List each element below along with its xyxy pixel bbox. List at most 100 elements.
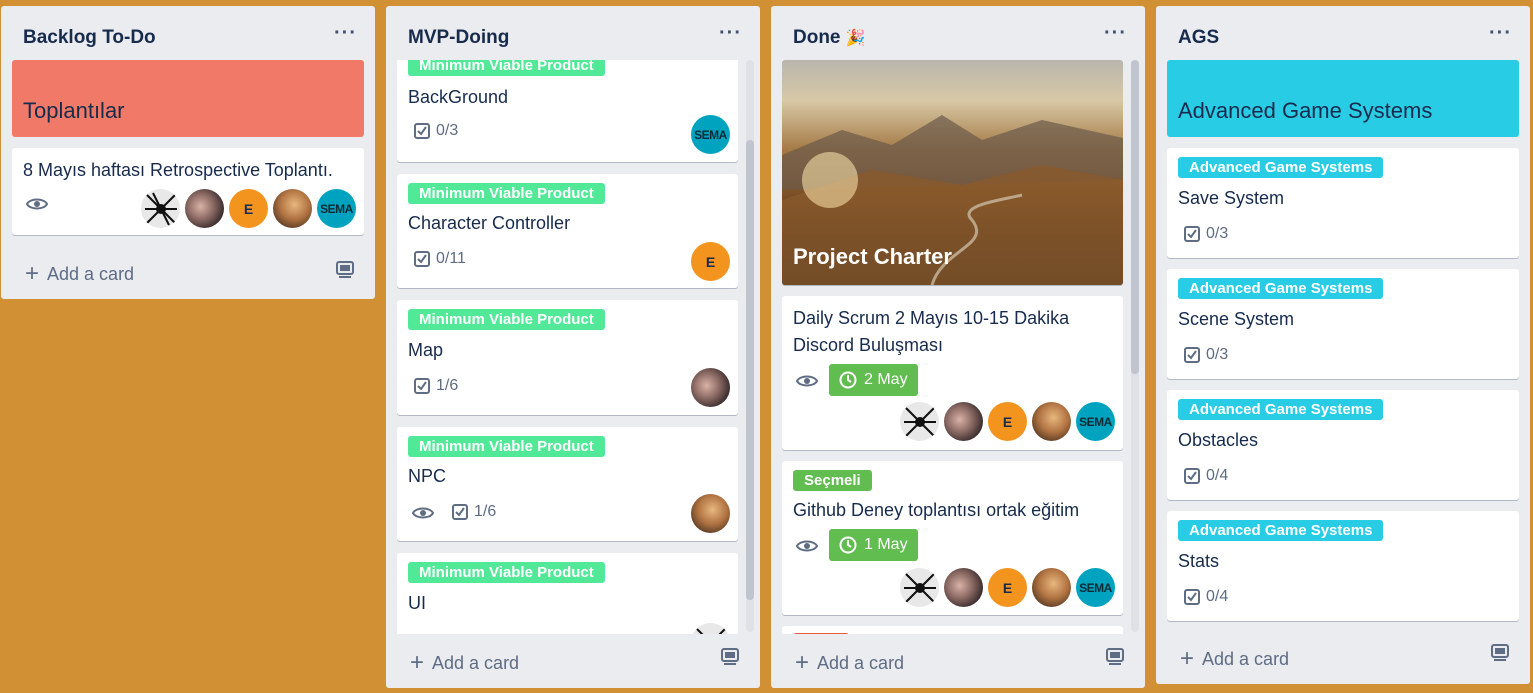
- card-label: Advanced Game Systems: [1178, 399, 1384, 420]
- list-header[interactable]: MVP-Doing ···: [386, 6, 760, 58]
- card-partial[interactable]: [782, 626, 1123, 634]
- card-title: BackGround: [408, 87, 509, 107]
- avatar-photo-1[interactable]: [944, 402, 983, 441]
- add-card-button[interactable]: + Add a card: [410, 638, 519, 688]
- card-scene-system[interactable]: Advanced Game Systems Scene System 0/3: [1167, 269, 1519, 379]
- card-title: Character Controller: [408, 213, 571, 233]
- card-template-icon[interactable]: [1105, 647, 1125, 670]
- card-label: Advanced Game Systems: [1178, 520, 1384, 541]
- avatar-photo-2[interactable]: [1032, 402, 1071, 441]
- checklist-badge: 1/6: [452, 503, 496, 521]
- card-character-controller[interactable]: Minimum Viable Product Character Control…: [397, 174, 738, 288]
- avatar-photo-1[interactable]: [185, 189, 224, 228]
- checklist-icon: [1184, 347, 1200, 363]
- card-project-charter[interactable]: Project Charter: [782, 60, 1123, 285]
- watch-icon: [796, 538, 818, 554]
- list-menu-button[interactable]: ···: [1489, 22, 1512, 45]
- list-menu-button[interactable]: ···: [1104, 22, 1127, 45]
- avatar-sema[interactable]: SEMA: [1076, 568, 1115, 607]
- checklist-count: 0/3: [436, 122, 459, 139]
- list-mvp-doing: MVP-Doing ··· Minimum Viable Product Bac…: [386, 6, 760, 688]
- avatar-sema[interactable]: SEMA: [691, 115, 730, 154]
- avatar-spider[interactable]: [900, 568, 939, 607]
- avatar-photo-2[interactable]: [691, 494, 730, 533]
- watch-icon: [796, 373, 818, 389]
- list-menu-button[interactable]: ···: [719, 22, 742, 45]
- card-github-deney[interactable]: Seçmeli Github Deney toplantısı ortak eğ…: [782, 461, 1123, 615]
- card-map[interactable]: Minimum Viable Product Map 1/6: [397, 300, 738, 415]
- card-npc[interactable]: Minimum Viable Product NPC 1/6: [397, 427, 738, 541]
- plus-icon: +: [25, 260, 40, 287]
- card-template-icon[interactable]: [1490, 643, 1510, 666]
- due-date-text: 2 May: [864, 371, 908, 388]
- list-header[interactable]: Backlog To-Do ···: [1, 6, 375, 58]
- card-template-icon[interactable]: [720, 647, 740, 670]
- clock-icon: [839, 371, 857, 389]
- card-title: 8 Mayıs haftası Retrospective Toplantı.: [23, 160, 333, 180]
- list-title[interactable]: AGS: [1178, 27, 1219, 49]
- add-card-button[interactable]: + Add a card: [25, 249, 134, 299]
- card-title: Stats: [1178, 551, 1220, 571]
- due-date-badge[interactable]: 2 May: [829, 364, 918, 396]
- party-popper-icon: 🎉: [845, 30, 866, 47]
- list-header[interactable]: Done 🎉 ···: [771, 6, 1145, 58]
- add-card-button[interactable]: + Add a card: [1180, 634, 1289, 684]
- card-stats[interactable]: Advanced Game Systems Stats 0/4: [1167, 511, 1519, 621]
- avatar-spider[interactable]: [141, 189, 180, 228]
- avatar-spider[interactable]: [691, 623, 730, 634]
- avatar-photo-2[interactable]: [273, 189, 312, 228]
- checklist-badge: 0/11: [414, 250, 466, 268]
- checklist-badge: 0/3: [414, 122, 458, 140]
- list-header[interactable]: AGS ···: [1156, 6, 1530, 58]
- scroll-thumb[interactable]: [746, 140, 754, 600]
- card-label: Minimum Viable Product: [408, 562, 605, 583]
- scrollbar[interactable]: [1131, 60, 1139, 632]
- avatar-photo-1[interactable]: [944, 568, 983, 607]
- card-label: Minimum Viable Product: [408, 60, 605, 76]
- cover-card-toplantilar[interactable]: Toplantılar: [12, 60, 364, 137]
- card-obstacles[interactable]: Advanced Game Systems Obstacles 0/4: [1167, 390, 1519, 500]
- card-label: Minimum Viable Product: [408, 183, 605, 204]
- plus-icon: +: [795, 649, 810, 676]
- checklist-count: 0/3: [1206, 225, 1229, 242]
- checklist-badge: 0/3: [1184, 346, 1228, 364]
- card-retrospective[interactable]: 8 Mayıs haftası Retrospective Toplantı. …: [12, 148, 364, 235]
- card-ui[interactable]: Minimum Viable Product UI: [397, 553, 738, 634]
- card-daily-scrum[interactable]: Daily Scrum 2 Mayıs 10-15 Dakika Discord…: [782, 296, 1123, 450]
- list-menu-button[interactable]: ···: [334, 22, 357, 45]
- due-date-text: 1 May: [864, 536, 908, 553]
- checklist-icon: [1184, 226, 1200, 242]
- avatar-e[interactable]: E: [988, 402, 1027, 441]
- checklist-count: 1/6: [474, 503, 497, 520]
- scrollbar[interactable]: [746, 60, 754, 632]
- avatar-photo-1[interactable]: [691, 368, 730, 407]
- avatar-e[interactable]: E: [988, 568, 1027, 607]
- card-title-line1: Daily Scrum 2 Mayıs 10-15 Dakika: [793, 308, 1070, 328]
- cover-card-title: Toplantılar: [23, 98, 125, 123]
- avatar-e[interactable]: E: [691, 242, 730, 281]
- avatar-photo-2[interactable]: [1032, 568, 1071, 607]
- add-card-label: Add a card: [1202, 648, 1290, 669]
- card-background[interactable]: Minimum Viable Product BackGround 0/3 SE…: [397, 60, 738, 162]
- card-title: NPC: [408, 466, 447, 486]
- checklist-icon: [1184, 468, 1200, 484]
- card-title: Scene System: [1178, 309, 1295, 329]
- scroll-thumb[interactable]: [1131, 60, 1139, 374]
- list-title[interactable]: Backlog To-Do: [23, 27, 156, 49]
- add-card-button[interactable]: + Add a card: [795, 638, 904, 688]
- cover-card-advanced-game-systems[interactable]: Advanced Game Systems: [1167, 60, 1519, 137]
- avatar-spider[interactable]: [900, 402, 939, 441]
- card-template-icon[interactable]: [335, 260, 355, 283]
- list-title[interactable]: MVP-Doing: [408, 27, 509, 49]
- checklist-count: 1/6: [436, 377, 459, 394]
- card-save-system[interactable]: Advanced Game Systems Save System 0/3: [1167, 148, 1519, 258]
- avatar-sema[interactable]: SEMA: [317, 189, 356, 228]
- list-title[interactable]: Done 🎉: [793, 27, 866, 49]
- avatar-e[interactable]: E: [229, 189, 268, 228]
- checklist-badge: 0/3: [1184, 225, 1228, 243]
- checklist-count: 0/4: [1206, 588, 1229, 605]
- add-card-label: Add a card: [47, 263, 135, 284]
- list-done: Done 🎉 ··· Project Charter Daily Scrum 2…: [771, 6, 1145, 688]
- avatar-sema[interactable]: SEMA: [1076, 402, 1115, 441]
- due-date-badge[interactable]: 1 May: [829, 529, 918, 561]
